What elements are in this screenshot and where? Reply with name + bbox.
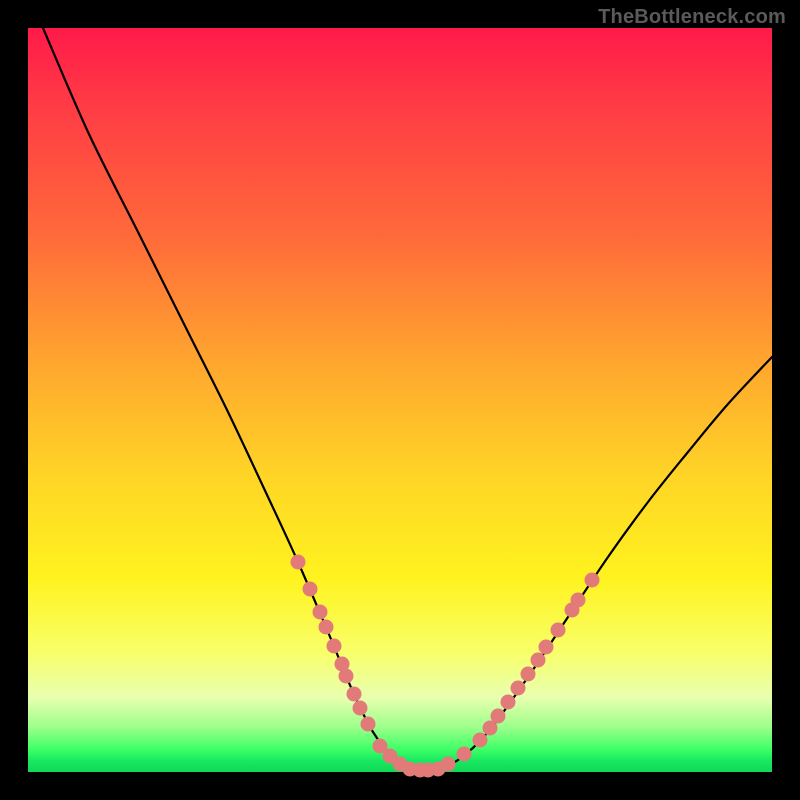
marker-dot bbox=[511, 681, 526, 696]
marker-dot bbox=[303, 582, 318, 597]
chart-svg bbox=[28, 28, 772, 772]
marker-cluster bbox=[291, 555, 600, 778]
bottleneck-curve bbox=[43, 28, 772, 771]
marker-dot bbox=[339, 669, 354, 684]
marker-dot bbox=[539, 640, 554, 655]
marker-dot bbox=[313, 605, 328, 620]
marker-dot bbox=[361, 717, 376, 732]
chart-frame: TheBottleneck.com bbox=[0, 0, 800, 800]
marker-dot bbox=[291, 555, 306, 570]
marker-dot bbox=[319, 620, 334, 635]
marker-dot bbox=[353, 701, 368, 716]
marker-dot bbox=[571, 593, 586, 608]
marker-dot bbox=[473, 733, 488, 748]
marker-dot bbox=[441, 757, 456, 772]
plot-area bbox=[28, 28, 772, 772]
marker-dot bbox=[327, 639, 342, 654]
marker-dot bbox=[347, 687, 362, 702]
marker-dot bbox=[491, 709, 506, 724]
marker-dot bbox=[585, 573, 600, 588]
watermark-text: TheBottleneck.com bbox=[598, 6, 786, 29]
marker-dot bbox=[521, 667, 536, 682]
marker-dot bbox=[501, 695, 516, 710]
marker-dot bbox=[551, 623, 566, 638]
marker-dot bbox=[457, 747, 472, 762]
marker-dot bbox=[531, 653, 546, 668]
